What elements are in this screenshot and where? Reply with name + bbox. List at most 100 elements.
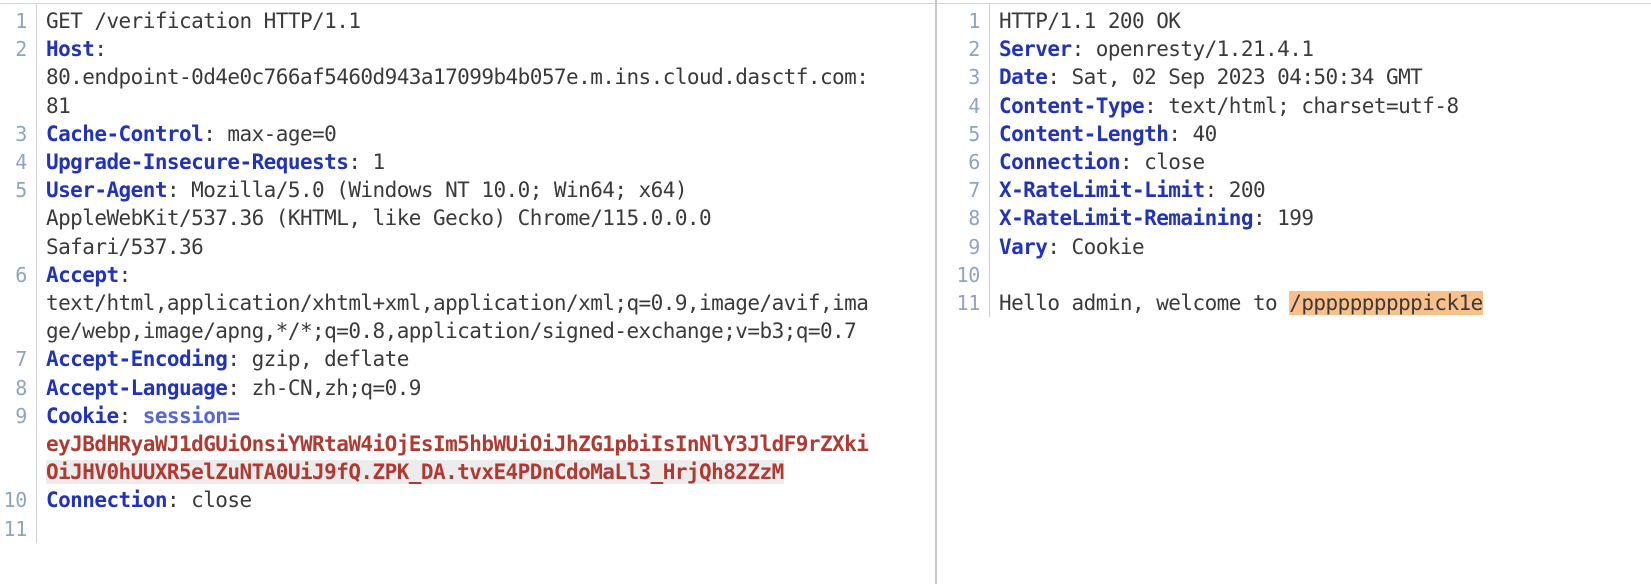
header-colon: : [348, 150, 361, 175]
request-code-area[interactable]: 1 GET /verification HTTP/1.1 2 Host: 80.endp… [0, 4, 935, 543]
line-number: 7 [968, 178, 980, 203]
code-line[interactable]: 11 [0, 515, 935, 543]
line-number: 6 [968, 150, 980, 175]
line-text: AppleWebKit/537.36 (KHTML, like Gecko) C… [46, 206, 712, 231]
line-content: OiJHV0hUUXR5elZuNTA0UiJ9fQ.ZPK_DA.tvxE4P… [36, 458, 935, 486]
response-code-area[interactable]: 1 HTTP/1.1 200 OK 2 Server: openresty/1.21.… [937, 4, 1651, 318]
code-line[interactable]: 6 Accept: [0, 261, 935, 289]
line-content: User-Agent: Mozilla/5.0 (Windows NT 10.0… [36, 176, 935, 204]
line-number: 6 [15, 262, 27, 287]
response-pane[interactable]: 1 HTTP/1.1 200 OK 2 Server: openresty/1.21.… [937, 0, 1651, 584]
code-continuation-line[interactable]: eyJBdHRyaWJ1dGUiOnsiYWRtaW4iOjEsIm5hbWUi… [0, 430, 935, 458]
code-line[interactable]: 9 Cookie: session= [0, 402, 935, 430]
line-content: Vary: Cookie [989, 233, 1651, 261]
code-continuation-line[interactable]: Safari/537.36 [0, 233, 935, 261]
line-content: X-RateLimit-Remaining: 199 [989, 204, 1651, 232]
jwt-token-segment: eyJBdHRyaWJ1dGUiOnsiYWRtaW4iOjEsIm5hbWUi… [46, 432, 869, 457]
line-content: Content-Length: 40 [989, 120, 1651, 148]
header-value: gzip, deflate [239, 347, 410, 372]
header-colon: : [1204, 178, 1218, 203]
line-content: Content-Type: text/html; charset=utf-8 [989, 92, 1651, 120]
code-continuation-line[interactable]: text/html,application/xhtml+xml,applicat… [0, 289, 935, 317]
line-number: 7 [15, 347, 27, 372]
header-name: Accept-Encoding [46, 347, 228, 372]
line-number: 2 [15, 37, 27, 62]
header-name: Content-Length [999, 121, 1169, 146]
line-content: 80.endpoint-0d4e0c766af5460d943a17099b4b… [36, 63, 935, 91]
header-colon: : [227, 347, 240, 372]
header-value: zh-CN,zh;q=0.9 [239, 375, 422, 400]
code-line[interactable]: 5 Content-Length: 40 [937, 120, 1651, 148]
code-line[interactable]: 2 Server: openresty/1.21.4.1 [937, 35, 1651, 63]
line-number: 3 [968, 65, 980, 90]
line-content: ge/webp,image/apng,*/*;q=0.8,application… [36, 317, 935, 345]
line-text: GET /verification HTTP/1.1 [46, 9, 361, 33]
request-pane[interactable]: 1 GET /verification HTTP/1.1 2 Host: 80.endp… [0, 0, 937, 584]
code-line[interactable]: 4 Content-Type: text/html; charset=utf-8 [937, 92, 1651, 120]
line-number: 10 [956, 262, 981, 287]
header-colon: : [227, 375, 240, 400]
header-colon: : [1047, 234, 1060, 259]
code-line[interactable]: 9 Vary: Cookie [937, 233, 1651, 261]
line-content: Cookie: session= [36, 402, 935, 430]
code-continuation-line[interactable]: AppleWebKit/537.36 (KHTML, like Gecko) C… [0, 204, 935, 232]
line-number: 11 [3, 516, 28, 541]
code-line[interactable]: 10 [937, 261, 1651, 289]
line-number: 9 [968, 234, 980, 259]
code-continuation-line[interactable]: OiJHV0hUUXR5elZuNTA0UiJ9fQ.ZPK_DA.tvxE4P… [0, 458, 935, 486]
code-line[interactable]: 1 GET /verification HTTP/1.1 [0, 7, 935, 35]
line-content: Accept: [36, 261, 935, 289]
line-content: Accept-Encoding: gzip, deflate [36, 345, 935, 373]
code-line[interactable]: 8 Accept-Language: zh-CN,zh;q=0.9 [0, 374, 935, 402]
header-value: close [1132, 150, 1205, 175]
line-number: 5 [968, 121, 980, 146]
request-line-list: 1 GET /verification HTTP/1.1 2 Host: 80.endp… [0, 7, 935, 543]
code-line[interactable]: 7 X-RateLimit-Limit: 200 [937, 176, 1651, 204]
code-continuation-line[interactable]: ge/webp,image/apng,*/*;q=0.8,application… [0, 317, 935, 345]
line-text: ge/webp,image/apng,*/*;q=0.8,application… [46, 319, 857, 344]
header-name: Accept [46, 262, 119, 287]
code-line[interactable]: 1 HTTP/1.1 200 OK [937, 7, 1651, 35]
code-line[interactable]: 11 Hello admin, welcome to /ppppppppppick… [937, 289, 1651, 317]
line-content: X-RateLimit-Limit: 200 [989, 176, 1651, 204]
line-content: Connection: close [36, 486, 935, 514]
response-gutter-rule [989, 4, 990, 318]
header-name: Date [999, 65, 1048, 90]
line-content: Hello admin, welcome to /ppppppppppick1e [989, 289, 1651, 317]
line-content: Server: openresty/1.21.4.1 [989, 35, 1651, 63]
header-name: Cookie [46, 403, 119, 428]
code-line[interactable]: 5 User-Agent: Mozilla/5.0 (Windows NT 10.… [0, 176, 935, 204]
line-text: text/html,application/xhtml+xml,applicat… [46, 291, 869, 316]
code-line[interactable]: 4 Upgrade-Insecure-Requests: 1 [0, 148, 935, 176]
line-content: Host: [36, 35, 935, 63]
header-name: User-Agent [46, 178, 167, 203]
header-value: Cookie [1059, 234, 1145, 259]
header-colon: : [1071, 37, 1085, 62]
header-name: X-RateLimit-Remaining [999, 206, 1254, 231]
line-number: 5 [15, 178, 27, 203]
line-number: 11 [956, 291, 981, 316]
line-content: AppleWebKit/537.36 (KHTML, like Gecko) C… [36, 204, 935, 232]
header-value: Sat, 02 Sep 2023 04:50:34 GMT [1059, 65, 1423, 90]
code-line[interactable]: 2 Host: [0, 35, 935, 63]
header-name: Cache-Control [46, 121, 204, 146]
line-content: Accept-Language: zh-CN,zh;q=0.9 [36, 374, 935, 402]
header-colon: : [118, 403, 132, 428]
code-continuation-line[interactable]: 80.endpoint-0d4e0c766af5460d943a17099b4b… [0, 63, 935, 91]
line-content: Upgrade-Insecure-Requests: 1 [36, 148, 935, 176]
header-value: 200 [1216, 178, 1266, 203]
code-line[interactable]: 6 Connection: close [937, 148, 1651, 176]
code-line[interactable]: 10 Connection: close [0, 486, 935, 514]
header-value: 1 [360, 150, 386, 175]
body-highlighted-path: /ppppppppppick1e [1289, 291, 1483, 316]
code-line[interactable]: 7 Accept-Encoding: gzip, deflate [0, 345, 935, 373]
header-name: Host [46, 37, 95, 62]
code-continuation-line[interactable]: 81 [0, 92, 935, 120]
code-line[interactable]: 8 X-RateLimit-Remaining: 199 [937, 204, 1651, 232]
header-value: Mozilla/5.0 (Windows NT 10.0; Win64; x64… [179, 178, 687, 203]
line-number: 2 [968, 37, 980, 62]
header-colon: : [1252, 206, 1266, 231]
line-content: Date: Sat, 02 Sep 2023 04:50:34 GMT [989, 63, 1651, 91]
code-line[interactable]: 3 Date: Sat, 02 Sep 2023 04:50:34 GMT [937, 63, 1651, 91]
code-line[interactable]: 3 Cache-Control: max-age=0 [0, 120, 935, 148]
